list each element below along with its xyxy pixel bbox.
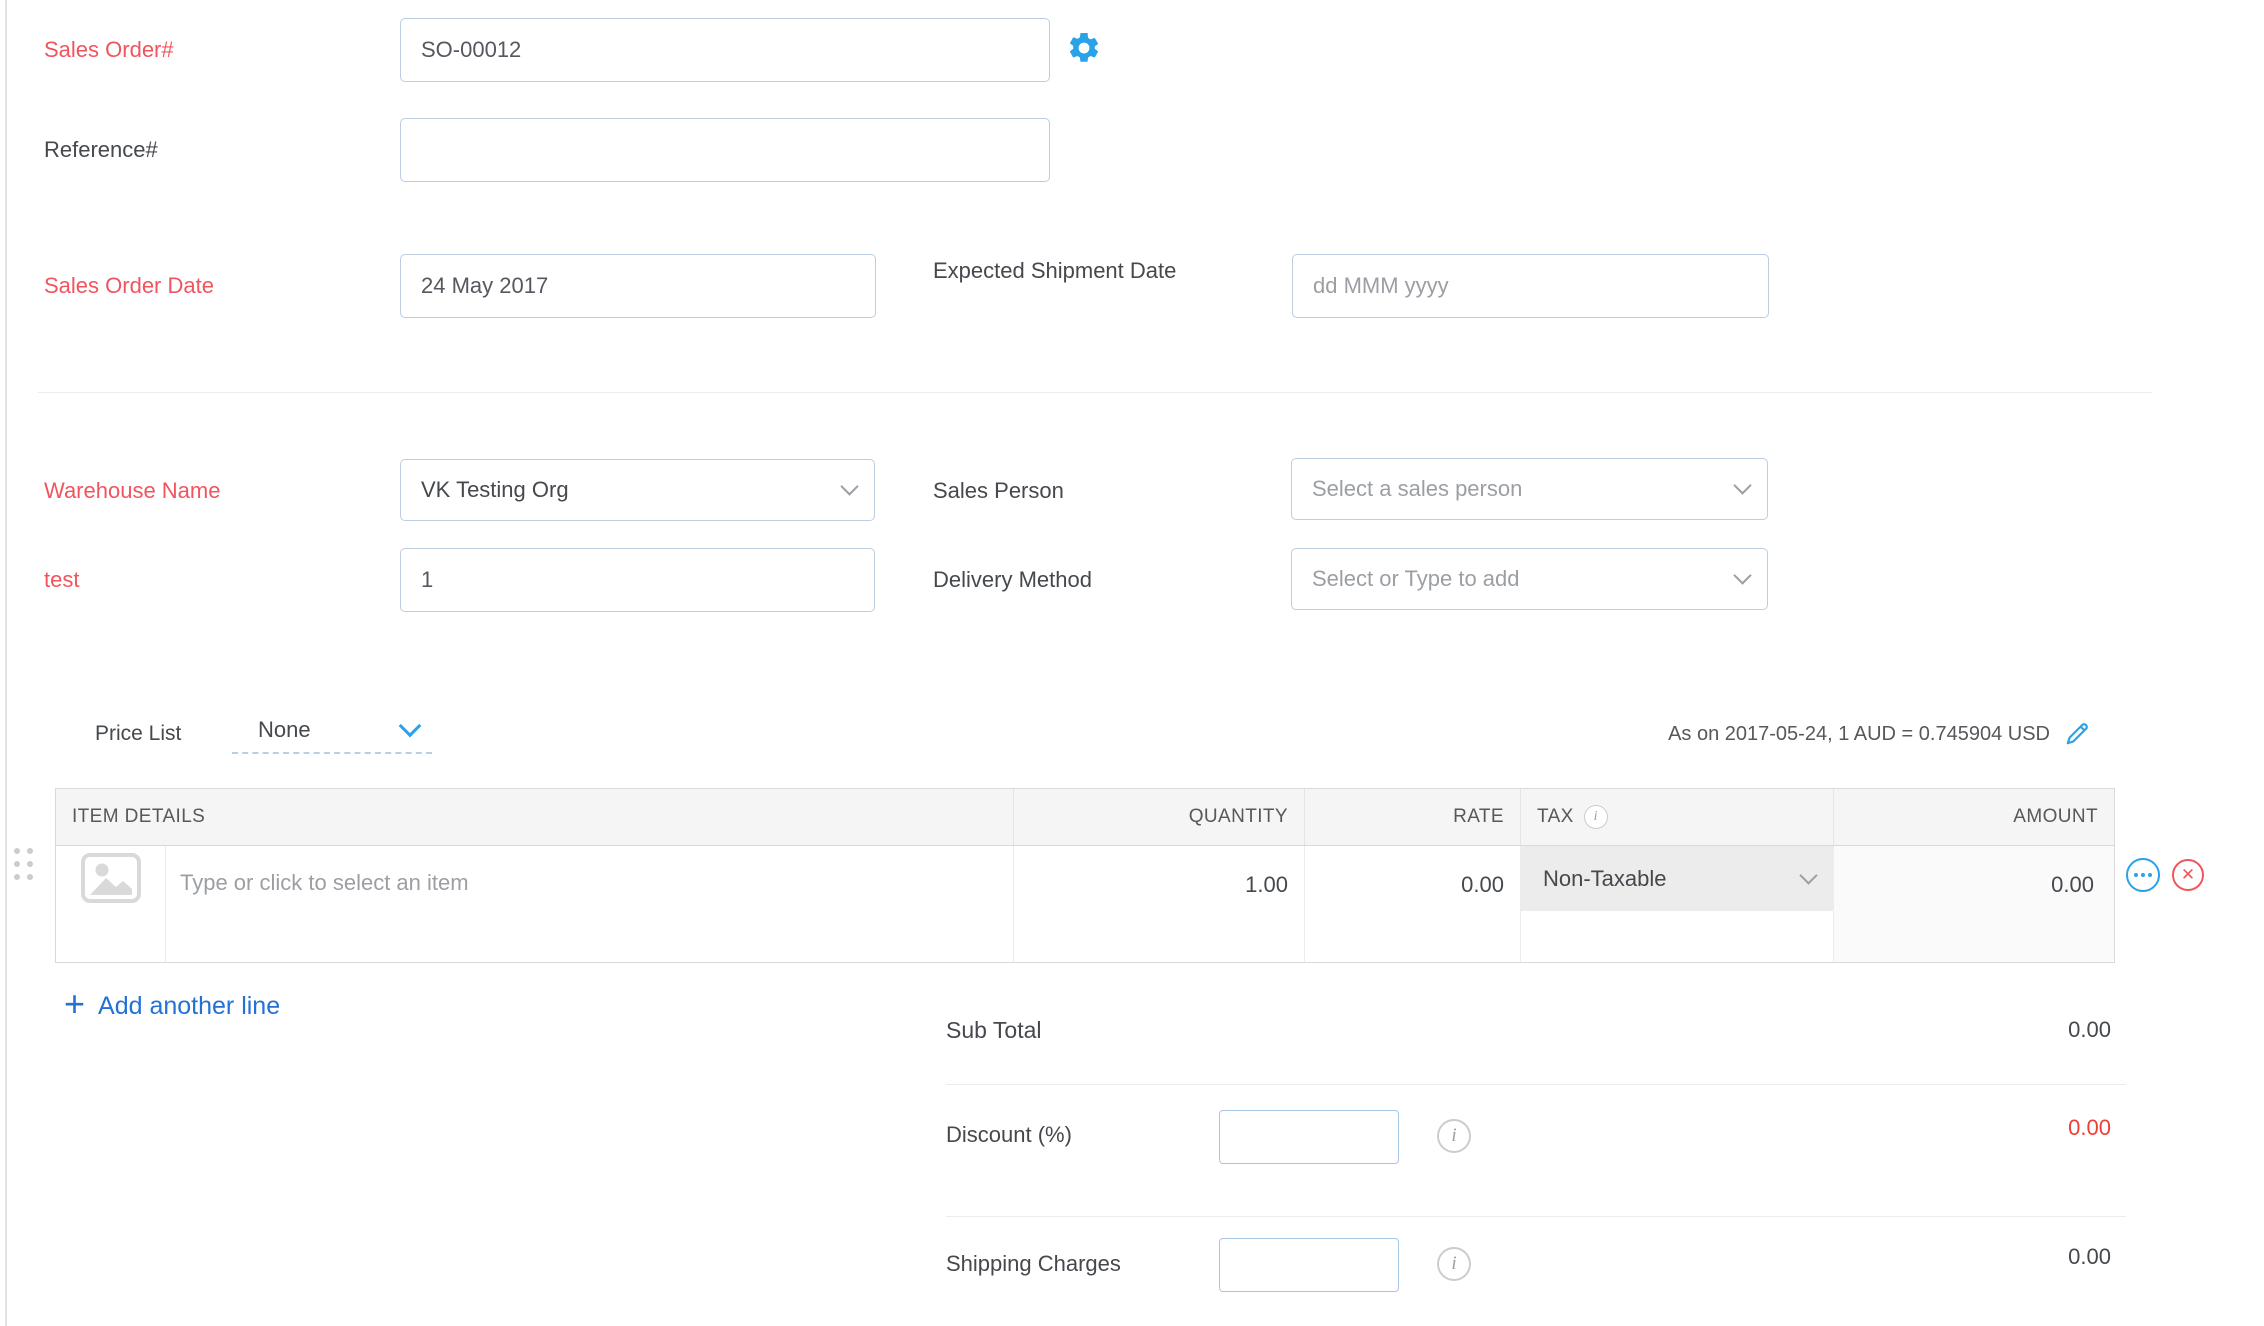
ellipsis-circle-icon[interactable]: [2126, 858, 2160, 892]
header-quantity: QUANTITY: [1014, 789, 1305, 845]
sales-person-placeholder: Select a sales person: [1312, 476, 1523, 501]
chevron-down-icon: [1733, 566, 1752, 585]
custom-field-test-input[interactable]: [400, 548, 875, 612]
section-divider: [38, 392, 2152, 393]
sales-order-date-input[interactable]: [400, 254, 876, 318]
info-icon[interactable]: i: [1583, 805, 1608, 829]
add-another-line-label: Add another line: [98, 991, 281, 1020]
tax-select[interactable]: Non-Taxable: [1521, 846, 1833, 911]
expected-shipment-date-input[interactable]: [1292, 254, 1769, 318]
reference-number-label: Reference#: [44, 137, 158, 162]
discount-label: Discount (%): [946, 1122, 1072, 1147]
exchange-rate-row: As on 2017-05-24, 1 AUD = 0.745904 USD: [1668, 714, 2092, 754]
add-another-line-button[interactable]: + Add another line: [64, 986, 280, 1026]
grip-dots-icon[interactable]: [14, 848, 33, 880]
exchange-rate-text: As on 2017-05-24, 1 AUD = 0.745904 USD: [1668, 722, 2050, 745]
shipping-charges-input[interactable]: [1219, 1238, 1399, 1292]
items-table: ITEM DETAILS QUANTITY RATE TAX i AMOUNT …: [55, 788, 2115, 963]
header-item-details: ITEM DETAILS: [56, 789, 1014, 845]
info-icon[interactable]: i: [1437, 1119, 1471, 1153]
sales-order-number-label: Sales Order#: [44, 37, 174, 62]
warehouse-select[interactable]: VK Testing Org: [400, 459, 875, 521]
delivery-method-placeholder: Select or Type to add: [1312, 566, 1520, 591]
chevron-down-icon: [1799, 865, 1818, 885]
delivery-method-label: Delivery Method: [933, 567, 1092, 592]
price-list-label: Price List: [95, 722, 182, 745]
plus-icon: +: [64, 983, 86, 1024]
gear-icon[interactable]: [1066, 30, 1102, 66]
sales-person-select[interactable]: Select a sales person: [1291, 458, 1768, 520]
sub-total-label: Sub Total: [946, 1016, 1042, 1043]
header-amount: AMOUNT: [2013, 806, 2098, 827]
price-list-select[interactable]: None: [232, 708, 432, 754]
shipping-charges-value: 0.00: [2068, 1244, 2111, 1269]
table-row: Type or click to select an item 1.00 0.0…: [56, 846, 2114, 962]
pencil-icon[interactable]: [2062, 719, 2092, 749]
header-rate: RATE: [1305, 789, 1521, 845]
expected-shipment-date-label: Expected Shipment Date: [933, 258, 1177, 283]
warehouse-select-value: VK Testing Org: [421, 477, 569, 502]
chevron-down-icon: [398, 714, 422, 737]
tax-select-value: Non-Taxable: [1543, 865, 1667, 891]
chevron-down-icon: [1733, 476, 1752, 495]
sales-order-number-input[interactable]: [400, 18, 1050, 82]
totals-divider: [946, 1084, 2126, 1085]
shipping-charges-label: Shipping Charges: [946, 1251, 1121, 1276]
sales-order-date-label: Sales Order Date: [44, 273, 214, 298]
warehouse-name-label: Warehouse Name: [44, 478, 221, 503]
rate-cell[interactable]: 0.00: [1305, 846, 1521, 962]
discount-input[interactable]: [1219, 1110, 1399, 1164]
panel-left-border: [5, 0, 7, 1326]
price-list-value: None: [258, 717, 311, 742]
image-placeholder-icon: [80, 853, 141, 903]
amount-value: 0.00: [2051, 872, 2094, 897]
amount-cell: 0.00: [1834, 846, 2114, 962]
sub-total-value: 0.00: [2068, 1017, 2111, 1042]
sales-order-form: Sales Order# Reference# Sales Order Date…: [0, 0, 2264, 1326]
item-select-placeholder[interactable]: Type or click to select an item: [166, 846, 469, 962]
delivery-method-select[interactable]: Select or Type to add: [1291, 548, 1768, 610]
sales-person-label: Sales Person: [933, 478, 1064, 503]
chevron-down-icon: [840, 477, 859, 496]
info-icon[interactable]: i: [1437, 1247, 1471, 1281]
quantity-cell[interactable]: 1.00: [1014, 846, 1305, 962]
reference-number-input[interactable]: [400, 118, 1050, 182]
header-tax: TAX i: [1521, 789, 1834, 845]
items-table-header: ITEM DETAILS QUANTITY RATE TAX i AMOUNT: [56, 789, 2114, 846]
item-image-cell: [56, 846, 166, 962]
item-details-cell[interactable]: Type or click to select an item: [56, 846, 1014, 962]
x-circle-icon[interactable]: ✕: [2172, 859, 2204, 891]
tax-cell: Non-Taxable: [1521, 846, 1834, 962]
discount-value: 0.00: [2068, 1115, 2111, 1140]
custom-field-test-label: test: [44, 567, 80, 592]
totals-divider: [946, 1216, 2126, 1217]
